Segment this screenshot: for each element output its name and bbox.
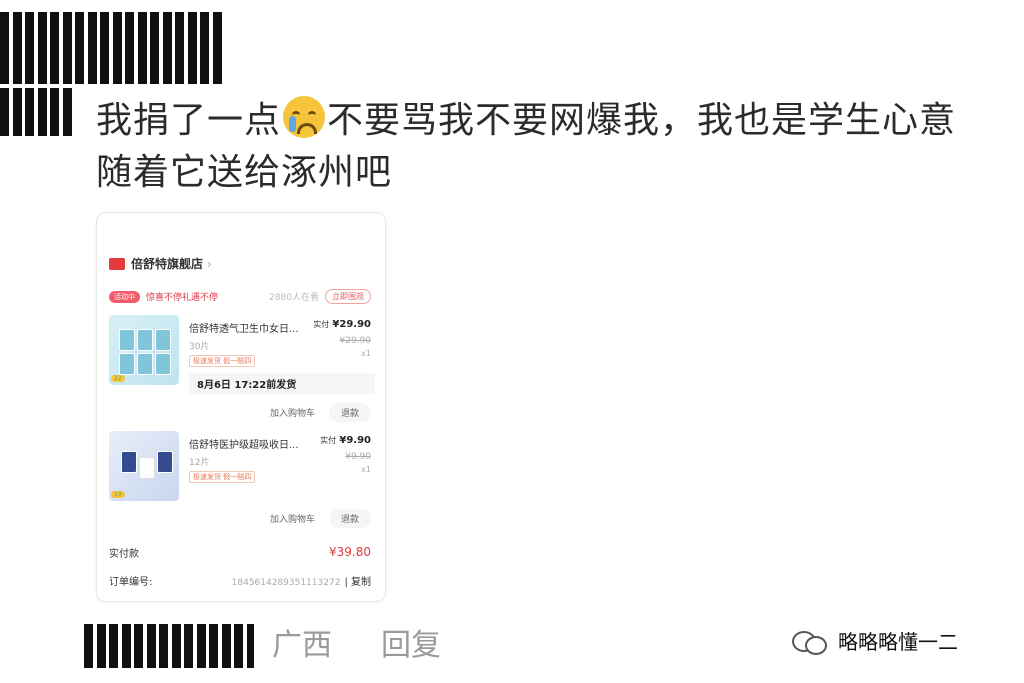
order-number-label: 订单编号: (109, 577, 153, 588)
total-label: 实付款 (109, 549, 139, 560)
item-price: 实付 ¥9.90 ¥9.90 x1 (320, 435, 371, 474)
order-screenshot[interactable]: 倍舒特旗舰店 › 活动中 惊喜不停礼遇不停 2880人在看 立即围观 22 倍舒… (96, 212, 386, 602)
item-tag: 极速发货 假一赔四 (189, 355, 256, 367)
shop-header: 倍舒特旗舰店 › (109, 255, 212, 272)
watermark: 略略略懂一二 (792, 626, 958, 655)
shop-name: 倍舒特旗舰店 (131, 257, 204, 271)
post-text-part1: 我捐了一点 (96, 100, 282, 141)
redacted-avatar (0, 88, 72, 136)
redacted-username (0, 12, 225, 84)
refund-button: 退款 (328, 403, 371, 422)
reply-button[interactable]: 回复 (381, 620, 441, 664)
crying-emoji-icon (283, 96, 326, 138)
order-number-row: 订单编号: 1845614289351113272 | 复制 (109, 573, 371, 588)
product-image: 19 (109, 431, 179, 501)
order-item: 19 倍舒特医护级超吸收日... 12片 极速发货 假一赔四 实付 ¥9.90 … (109, 431, 371, 501)
refund-button: 退款 (328, 509, 371, 528)
chevron-right-icon: › (207, 256, 212, 271)
copy-button: | 复制 (344, 577, 371, 588)
total-amount: ¥39.80 (329, 545, 371, 559)
add-to-cart-button: 加入购物车 (269, 409, 315, 419)
promo-tag: 活动中 (109, 290, 140, 303)
promo-text: 惊喜不停礼遇不停 (146, 293, 219, 303)
item-tag: 极速发货 假一赔四 (189, 471, 256, 483)
item-title: 倍舒特透气卫生巾女日... (189, 324, 299, 335)
item-price: 实付 ¥29.90 ¥29.90 x1 (313, 319, 371, 358)
store-icon (109, 257, 125, 270)
wechat-icon (792, 629, 828, 655)
promo-bar: 活动中 惊喜不停礼遇不停 2880人在看 立即围观 (109, 289, 371, 304)
item-actions: 加入购物车 退款 (109, 509, 371, 528)
promo-count: 2880人在看 (269, 293, 319, 303)
item-title: 倍舒特医护级超吸收日... (189, 440, 299, 451)
order-number: 1845614289351113272 (231, 578, 341, 588)
watermark-text: 略略略懂一二 (838, 630, 958, 654)
item-spec: 30片 (189, 342, 210, 352)
location-label: 广西 (272, 628, 332, 663)
total-row: 实付款 ¥39.80 (109, 545, 371, 560)
post-content: 我捐了一点 不要骂我不要网爆我，我也是学生心意随着它送给涿州吧 (96, 95, 976, 199)
add-to-cart-button: 加入购物车 (269, 515, 315, 525)
redacted-commenter (84, 624, 254, 668)
item-actions: 加入购物车 退款 (109, 403, 371, 422)
promo-button: 立即围观 (325, 289, 371, 304)
product-image: 22 (109, 315, 179, 385)
ship-note: 8月6日 17:22前发货 (189, 373, 375, 394)
item-spec: 12片 (189, 458, 210, 468)
